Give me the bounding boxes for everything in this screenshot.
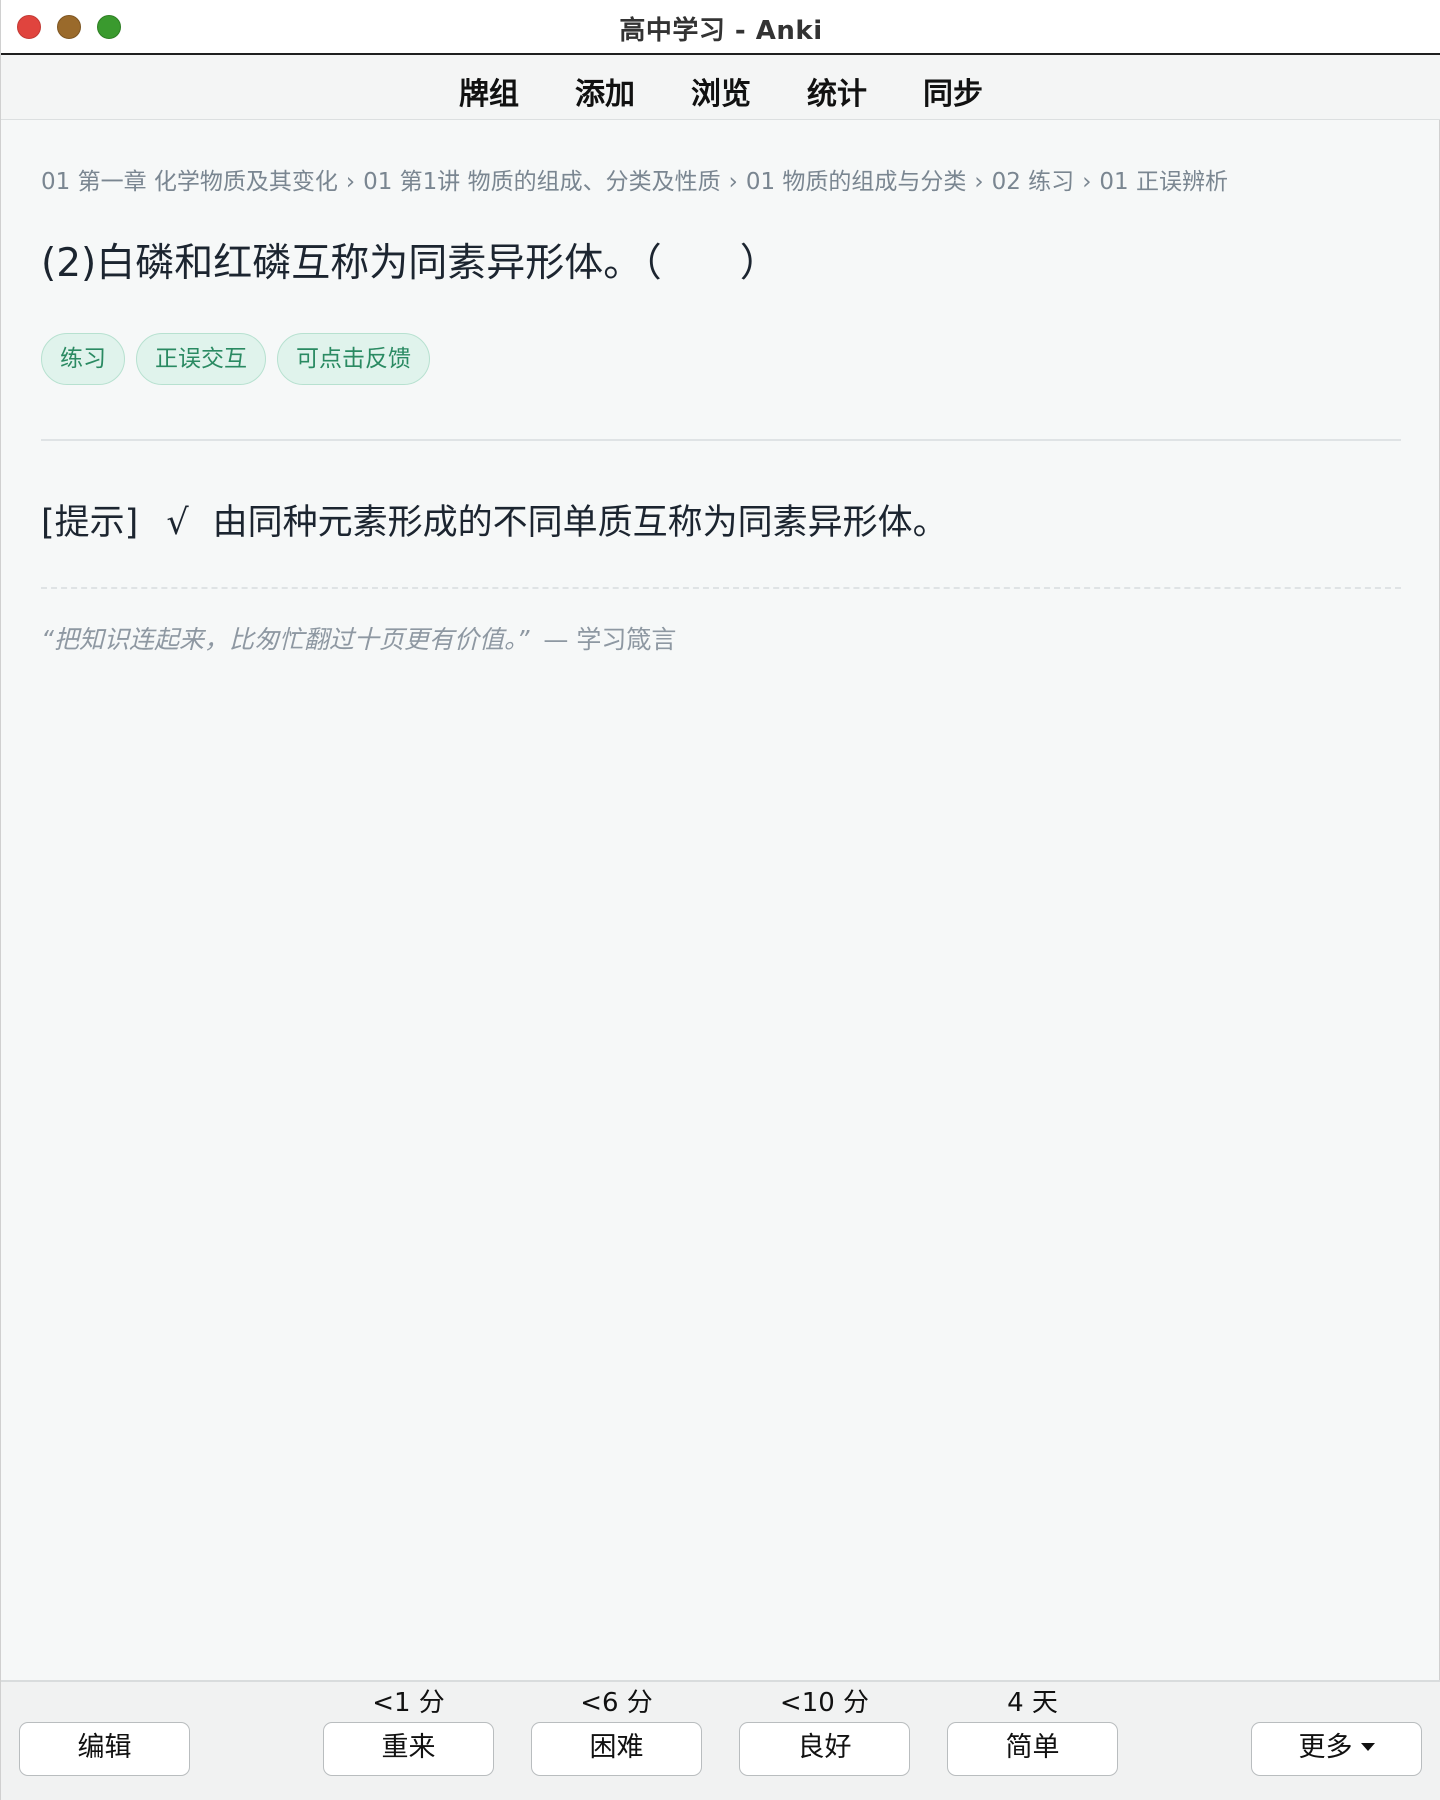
easy-interval: 4 天	[1007, 1688, 1058, 1718]
card-question: (2)白磷和红磷互称为同素异形体。（ ）	[41, 241, 779, 286]
hard-interval: <6 分	[580, 1688, 653, 1718]
tag-list: 练习 正误交互 可点击反馈	[41, 333, 441, 385]
hint-line: [提示] √ 由同种元素形成的不同单质互称为同素异形体。	[41, 494, 948, 545]
good-interval: <10 分	[779, 1688, 870, 1718]
main-toolbar: 牌组 添加 浏览 统计 同步	[1, 55, 1440, 120]
good-button[interactable]: 良好	[739, 1722, 910, 1776]
breadcrumb-item: 01 物质的组成与分类	[745, 169, 967, 195]
quote-text: “把知识连起来，比匆忙翻过十页更有价值。”	[41, 625, 530, 654]
quote-source: — 学习箴言	[543, 625, 677, 654]
breadcrumb-separator: ›	[974, 169, 984, 195]
more-label: 更多	[1298, 1732, 1353, 1763]
quote-line: “把知识连起来，比匆忙翻过十页更有价值。” — 学习箴言	[41, 620, 676, 656]
breadcrumb-separator: ›	[1082, 169, 1092, 195]
toolbar-decks[interactable]: 牌组	[459, 67, 519, 115]
again-interval: <1 分	[372, 1688, 445, 1718]
again-button[interactable]: 重来	[323, 1722, 494, 1776]
window-title: 高中学习 - Anki	[619, 16, 823, 46]
breadcrumb-separator: ›	[345, 169, 356, 195]
breadcrumb-item: 02 练习	[991, 169, 1075, 195]
hard-button[interactable]: 困难	[531, 1722, 702, 1776]
hint-label: [提示]	[41, 503, 139, 543]
toolbar-sync[interactable]: 同步	[923, 67, 983, 115]
more-button[interactable]: 更多	[1251, 1722, 1422, 1776]
breadcrumb: 01 第一章 化学物质及其变化 › 01 第1讲 物质的组成、分类及性质 › 01 物质…	[41, 162, 1228, 196]
hint-text: 由同种元素形成的不同单质互称为同素异形体。	[212, 503, 948, 543]
check-mark-icon: √	[166, 503, 189, 543]
title-bar[interactable]: 高中学习 - Anki	[1, 0, 1440, 55]
breadcrumb-item: 01 第一章 化学物质及其变化	[41, 169, 338, 195]
review-bottom-bar: 编辑 <1 分 重来 <6 分 困难 <10 分 良好 4 天 简单 更多	[1, 1680, 1440, 1800]
anki-window: 高中学习 - Anki 牌组 添加 浏览 统计 同步 01 第一章 化学物质及其…	[0, 0, 1440, 1800]
edit-button[interactable]: 编辑	[19, 1722, 190, 1776]
chevron-down-icon	[1360, 1743, 1375, 1751]
breadcrumb-item: 01 第1讲 物质的组成、分类及性质	[363, 169, 721, 195]
breadcrumb-separator: ›	[728, 169, 738, 195]
tag-true-false[interactable]: 正误交互	[136, 333, 266, 385]
toolbar-browse[interactable]: 浏览	[691, 67, 751, 115]
tag-practice[interactable]: 练习	[41, 333, 125, 385]
answer-divider	[41, 439, 1401, 441]
breadcrumb-item: 01 正误辨析	[1099, 169, 1228, 195]
toolbar-add[interactable]: 添加	[575, 67, 635, 115]
easy-button[interactable]: 简单	[947, 1722, 1118, 1776]
toolbar-stats[interactable]: 统计	[807, 67, 867, 115]
quote-divider	[41, 587, 1401, 589]
tag-clickable-feedback[interactable]: 可点击反馈	[277, 333, 430, 385]
